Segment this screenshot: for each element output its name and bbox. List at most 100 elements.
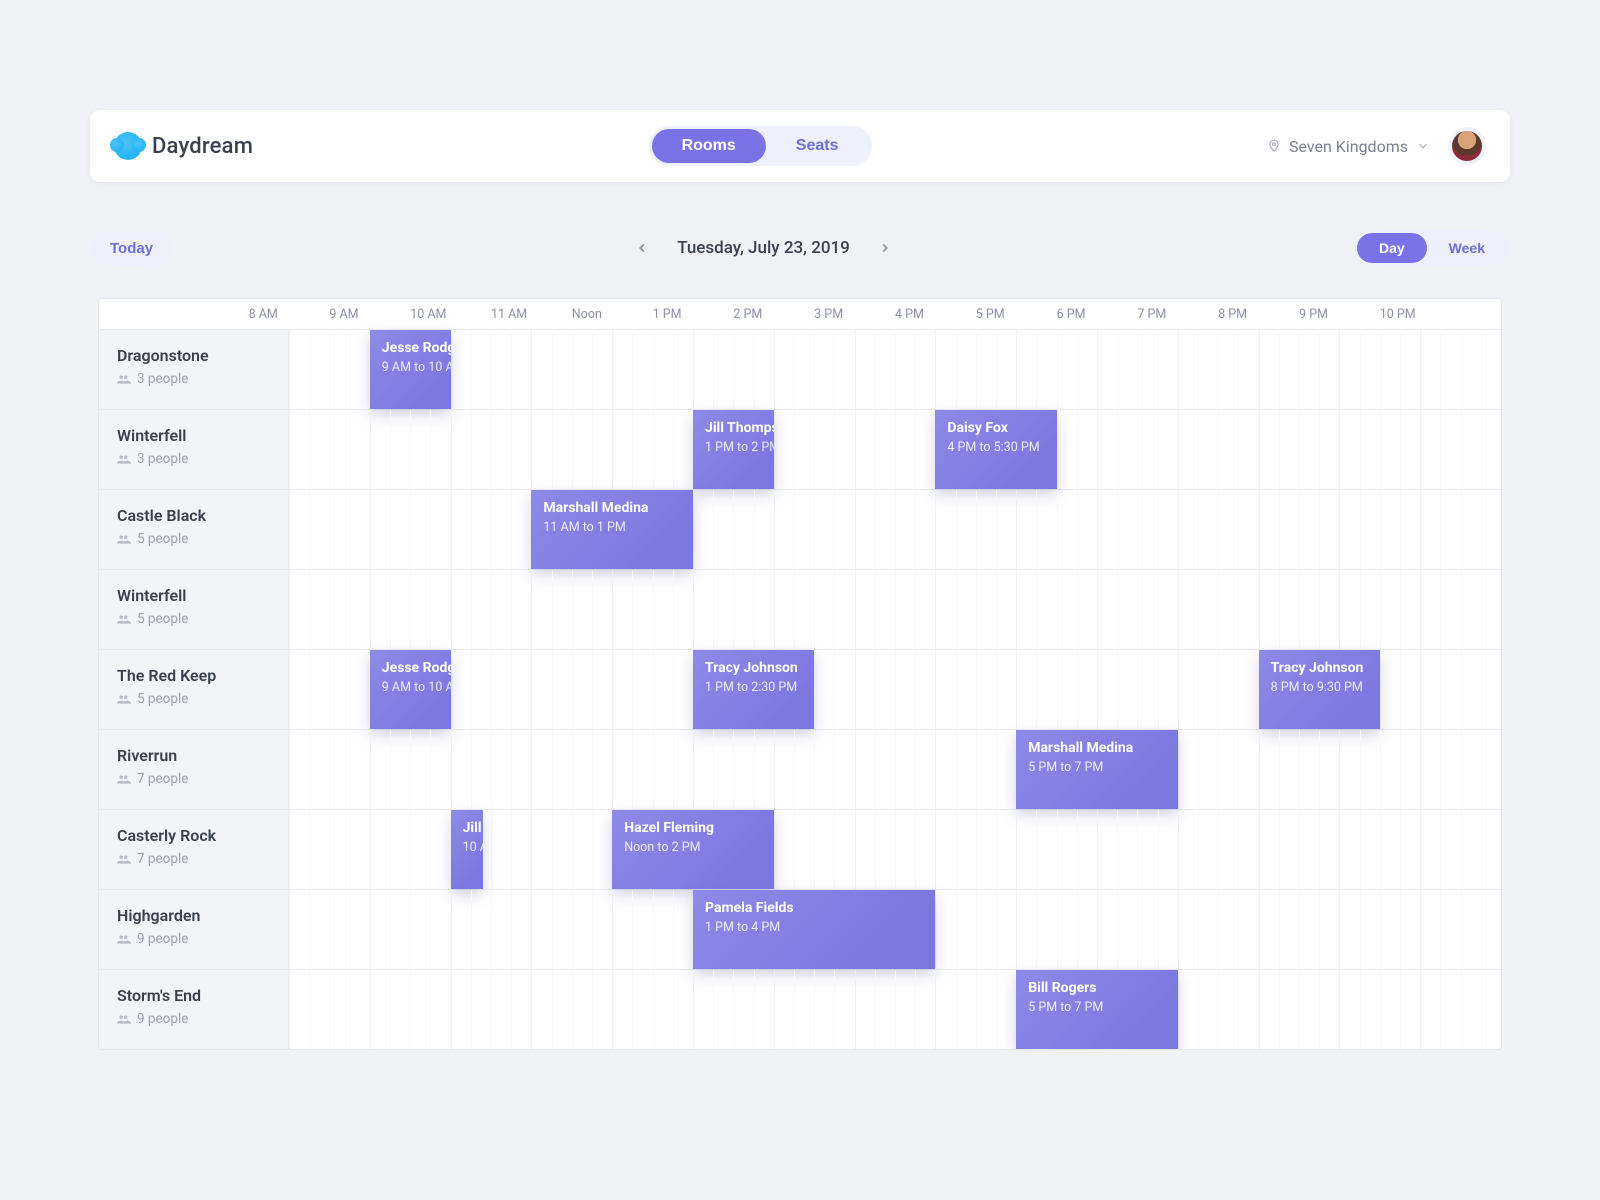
- event-title: Marshall Medina: [1028, 740, 1166, 756]
- room-name: Riverrun: [117, 746, 270, 765]
- event-title: Jill: [463, 820, 471, 836]
- room-cell[interactable]: Castle Black5 people: [99, 490, 289, 569]
- room-cell[interactable]: Casterly Rock7 people: [99, 810, 289, 889]
- event-time: 9 AM to 10 AM: [382, 360, 439, 375]
- hour-label: 6 PM: [1057, 307, 1138, 322]
- room-row: Highgarden 9 people Pamela Fields1 PM to 4…: [99, 889, 1501, 969]
- timeline-track[interactable]: [289, 570, 1501, 649]
- room-capacity: 5 people: [117, 611, 270, 627]
- room-row: Winterfell 5 people: [99, 569, 1501, 649]
- people-icon: [117, 534, 131, 544]
- next-day-button[interactable]: [872, 235, 898, 261]
- event-time: 1 PM to 2:30 PM: [705, 680, 802, 695]
- timeline-track[interactable]: Bill Rogers5 PM to 7 PM: [289, 970, 1501, 1049]
- room-row: Riverrun 7 people Marshall Medina5 PM to 7…: [99, 729, 1501, 809]
- calendar-event[interactable]: Jill10 AM: [451, 810, 483, 889]
- people-icon: [117, 614, 131, 624]
- room-cell[interactable]: Winterfell 3 people: [99, 410, 289, 489]
- room-name: Winterfell: [117, 426, 270, 445]
- room-cell[interactable]: The Red Keep5 people: [99, 650, 289, 729]
- room-name: Winterfell: [117, 586, 270, 605]
- calendar-event[interactable]: Tracy Johnson8 PM to 9:30 PM: [1259, 650, 1380, 729]
- event-time: 5 PM to 7 PM: [1028, 1000, 1166, 1015]
- location-pin-icon: [1267, 139, 1281, 153]
- timeline-track[interactable]: Jill Thompson 1 PM to 2 PM Daisy Fox4 PM t…: [289, 410, 1501, 489]
- current-date: Tuesday, July 23, 2019: [677, 238, 850, 258]
- timeline-track[interactable]: Jesse Rodgers 9 AM to 10 AM Tracy Johnson 1…: [289, 650, 1501, 729]
- tab-seats[interactable]: Seats: [766, 129, 869, 163]
- people-icon: [117, 454, 131, 464]
- calendar-event[interactable]: Daisy Fox4 PM to 5:30 PM: [935, 410, 1056, 489]
- event-title: Jill Thompson: [705, 420, 762, 436]
- timeline-track[interactable]: Marshall Medina11 AM to 1 PM: [289, 490, 1501, 569]
- hour-label: 2 PM: [733, 307, 814, 322]
- chevron-down-icon: [1416, 139, 1430, 153]
- room-capacity: 3 people: [117, 371, 270, 387]
- room-cell[interactable]: Riverrun 7 people: [99, 730, 289, 809]
- today-button[interactable]: Today: [90, 231, 173, 266]
- room-row: Castle Black5 people Marshall Medina11 AM…: [99, 489, 1501, 569]
- hour-label: 5 PM: [976, 307, 1057, 322]
- tab-rooms[interactable]: Rooms: [652, 129, 766, 163]
- hour-label: 11 AM: [491, 307, 572, 322]
- schedule-grid: 8 AM9 AM10 AM11 AMNoon1 PM2 PM3 PM4 PM5 …: [98, 298, 1502, 1050]
- calendar-event[interactable]: Pamela Fields1 PM to 4 PM: [693, 890, 935, 969]
- hour-label: 1 PM: [653, 307, 734, 322]
- brand-logo-icon: [114, 132, 142, 160]
- calendar-event[interactable]: Marshall Medina5 PM to 7 PM: [1016, 730, 1178, 809]
- avatar[interactable]: [1448, 127, 1486, 165]
- event-time: 9 AM to 10 AM: [382, 680, 439, 695]
- room-name: Highgarden: [117, 906, 270, 925]
- chevron-right-icon: [878, 241, 892, 255]
- hour-label: 3 PM: [814, 307, 895, 322]
- room-capacity: 5 people: [117, 531, 270, 547]
- room-cell[interactable]: Winterfell 5 people: [99, 570, 289, 649]
- calendar-event[interactable]: Jill Thompson 1 PM to 2 PM: [693, 410, 774, 489]
- calendar-event[interactable]: Marshall Medina11 AM to 1 PM: [531, 490, 693, 569]
- room-cell[interactable]: Dragonstone 3 people: [99, 330, 289, 409]
- event-title: Tracy Johnson: [705, 660, 802, 676]
- room-capacity: 7 people: [117, 771, 270, 787]
- event-title: Hazel Fleming: [624, 820, 762, 836]
- calendar-event[interactable]: Bill Rogers5 PM to 7 PM: [1016, 970, 1178, 1049]
- rooms-seats-toggle: Rooms Seats: [649, 126, 872, 166]
- calendar-event[interactable]: Jesse Rodgers 9 AM to 10 AM: [370, 650, 451, 729]
- room-name: Dragonstone: [117, 346, 270, 365]
- view-toggle: Day Week: [1354, 230, 1510, 266]
- timeline-track[interactable]: Jill10 AM Hazel Fleming Noon to 2 PM: [289, 810, 1501, 889]
- people-icon: [117, 934, 131, 944]
- event-time: 1 PM to 2 PM: [705, 440, 762, 455]
- room-capacity: 9 people: [117, 931, 270, 947]
- view-day-button[interactable]: Day: [1357, 233, 1427, 263]
- timeline-track[interactable]: Pamela Fields1 PM to 4 PM: [289, 890, 1501, 969]
- calendar-event[interactable]: Tracy Johnson 1 PM to 2:30 PM: [693, 650, 814, 729]
- event-time: Noon to 2 PM: [624, 840, 762, 855]
- topbar: Daydream Rooms Seats Seven Kingdoms: [90, 110, 1510, 182]
- room-row: Winterfell 3 people Jill Thompson 1 PM to 2…: [99, 409, 1501, 489]
- hour-label: 4 PM: [895, 307, 976, 322]
- timeline-track[interactable]: Marshall Medina5 PM to 7 PM: [289, 730, 1501, 809]
- hour-label: 9 PM: [1299, 307, 1380, 322]
- people-icon: [117, 374, 131, 384]
- room-capacity: 3 people: [117, 451, 270, 467]
- room-name: The Red Keep: [117, 666, 270, 685]
- room-row: Casterly Rock7 people Jill10 AM Hazel Flem…: [99, 809, 1501, 889]
- timeline-track[interactable]: Jesse Rodgers9 AM to 10 AM: [289, 330, 1501, 409]
- room-row: The Red Keep5 people Jesse Rodgers 9 AM to…: [99, 649, 1501, 729]
- people-icon: [117, 694, 131, 704]
- location-picker[interactable]: Seven Kingdoms: [1267, 137, 1430, 156]
- calendar-event[interactable]: Jesse Rodgers9 AM to 10 AM: [370, 330, 451, 409]
- hour-label: 9 AM: [329, 307, 410, 322]
- hour-label: 8 PM: [1218, 307, 1299, 322]
- prev-day-button[interactable]: [629, 235, 655, 261]
- calendar-event[interactable]: Hazel Fleming Noon to 2 PM: [612, 810, 774, 889]
- room-name: Casterly Rock: [117, 826, 270, 845]
- brand-name: Daydream: [152, 134, 253, 159]
- event-title: Jesse Rodgers: [382, 660, 439, 676]
- room-cell[interactable]: Storm's End9 people: [99, 970, 289, 1049]
- view-week-button[interactable]: Week: [1427, 233, 1507, 263]
- room-cell[interactable]: Highgarden 9 people: [99, 890, 289, 969]
- date-controls: Today Tuesday, July 23, 2019 Day Week: [90, 228, 1510, 268]
- event-time: 1 PM to 4 PM: [705, 920, 923, 935]
- hour-label: Noon: [572, 307, 653, 322]
